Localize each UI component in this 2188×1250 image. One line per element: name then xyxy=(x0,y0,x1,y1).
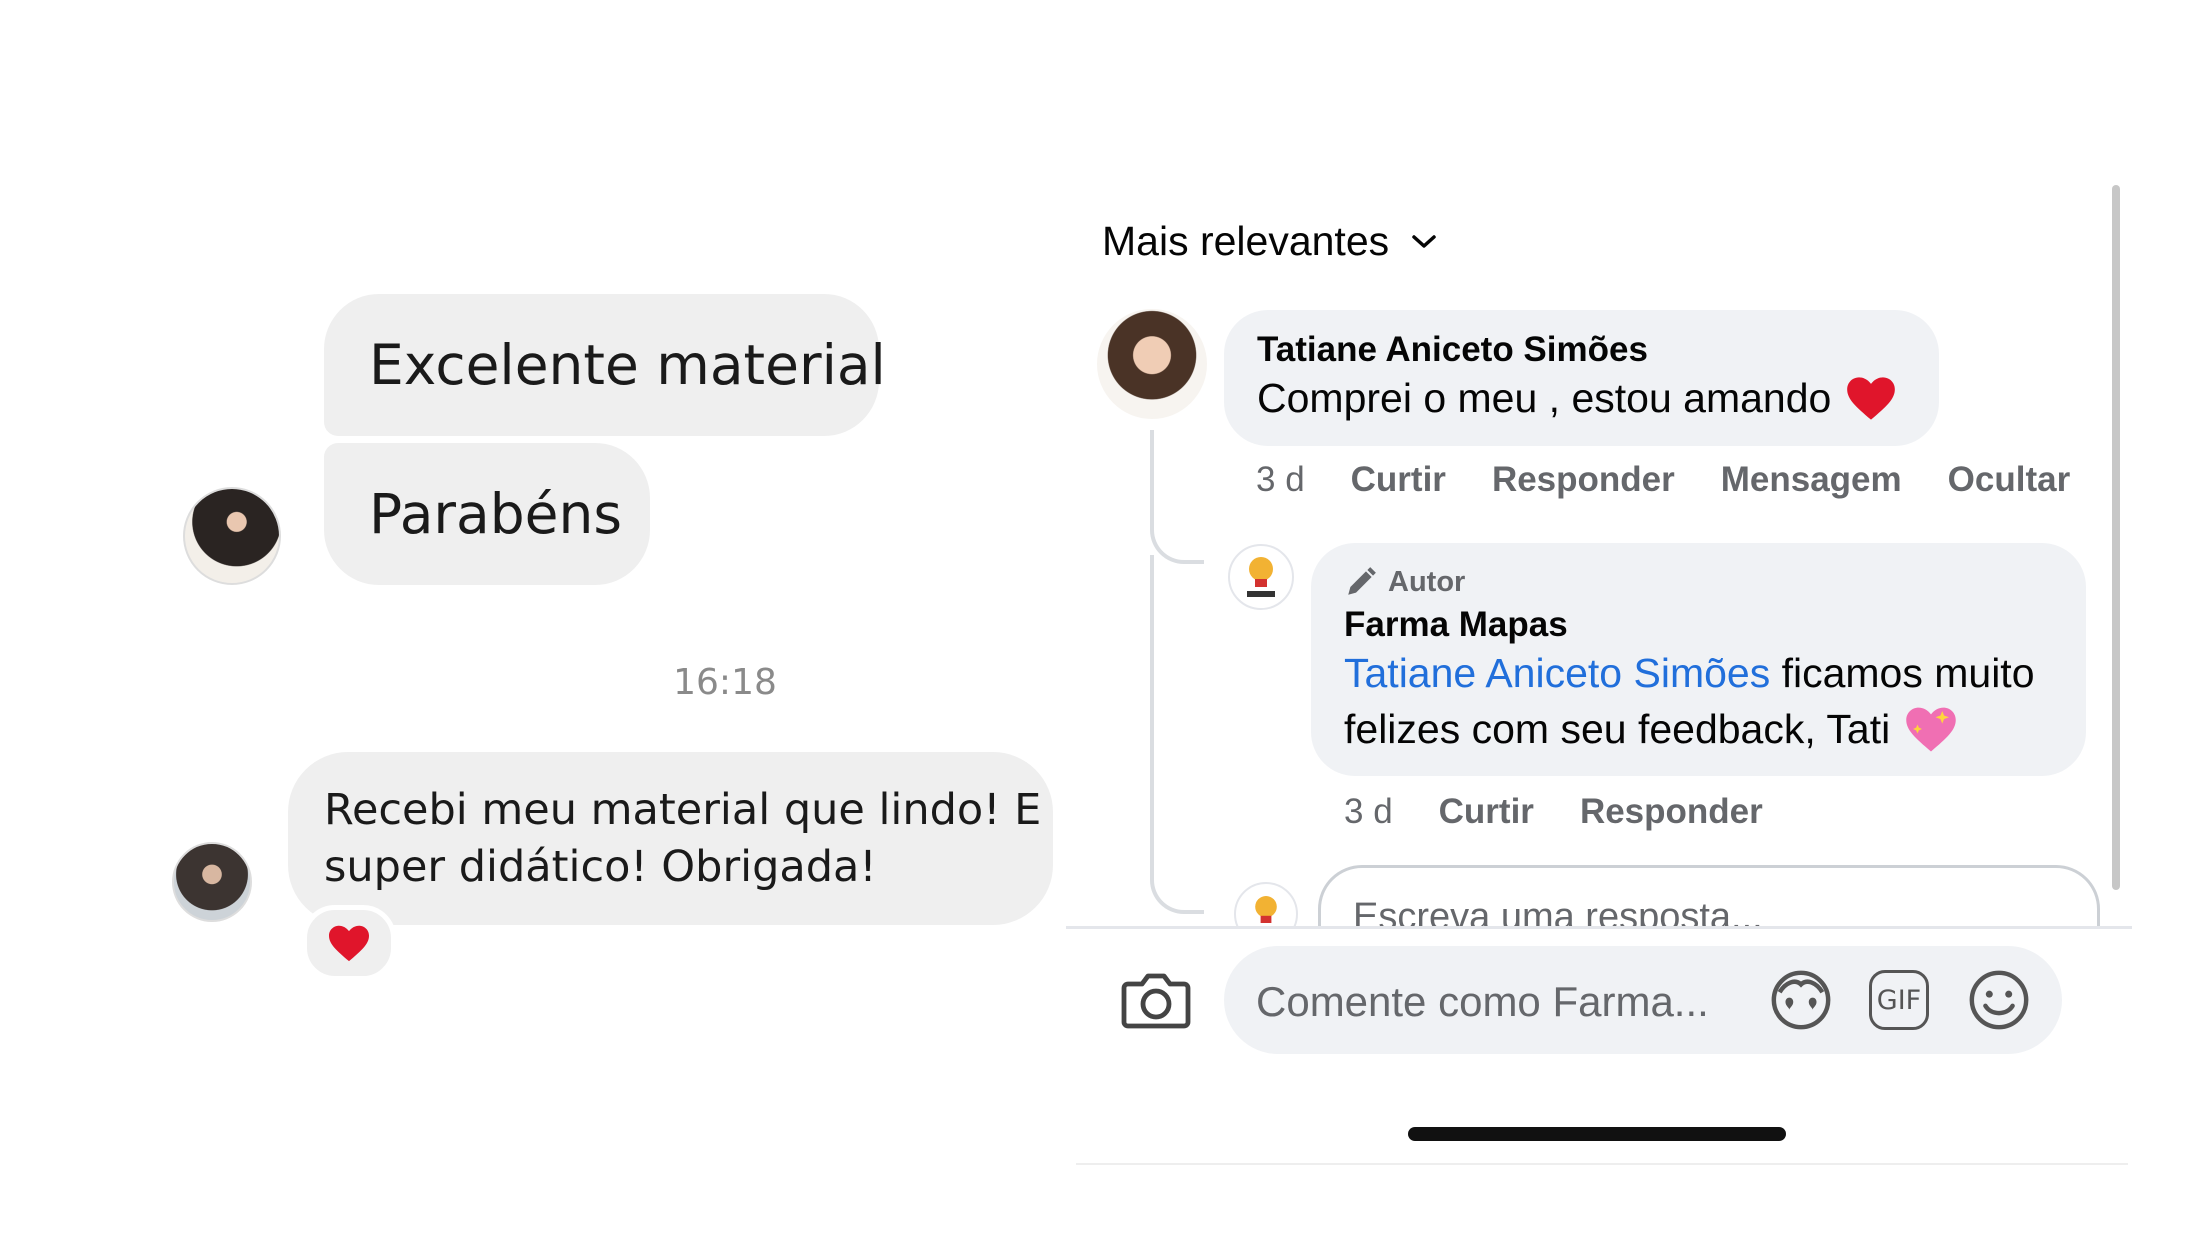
like-button[interactable]: Curtir xyxy=(1439,792,1534,832)
message-bubble: Excelente material xyxy=(324,294,886,436)
comment-age: 3 d xyxy=(1256,460,1305,499)
reply-button[interactable]: Responder xyxy=(1492,460,1675,500)
reply-button[interactable]: Responder xyxy=(1580,792,1763,832)
reply-actions: 3 d Curtir Responder xyxy=(1344,792,1809,832)
reply-text-line1: ficamos muito xyxy=(1770,650,2035,696)
mention-link[interactable]: Tatiane Aniceto Simões xyxy=(1344,650,1770,696)
camera-icon xyxy=(1121,973,1191,1029)
heart-icon xyxy=(329,925,369,962)
message-timestamp: 16:18 xyxy=(673,662,777,703)
like-button[interactable]: Curtir xyxy=(1351,460,1446,500)
comment-input[interactable]: Comente como Farma... xyxy=(1224,946,2062,1054)
message-bubble: Recebi meu material que lindo! E super d… xyxy=(288,752,1053,925)
thread-line xyxy=(1150,430,1204,564)
commenter-avatar[interactable] xyxy=(1097,309,1207,419)
lightbulb-logo-icon xyxy=(1247,557,1275,597)
gif-button[interactable]: GIF xyxy=(1866,967,1932,1033)
avatar-sticker-icon xyxy=(1771,970,1831,1030)
reply-age: 3 d xyxy=(1344,792,1393,831)
heart-reaction[interactable] xyxy=(302,905,396,981)
reply-text-line2: felizes com seu feedback, Tati xyxy=(1344,706,1891,752)
comment-author[interactable]: Tatiane Aniceto Simões xyxy=(1257,330,1939,370)
comment-placeholder: Comente como Farma... xyxy=(1256,978,1709,1025)
chevron-down-icon xyxy=(1412,234,1436,248)
scrollbar[interactable] xyxy=(2112,185,2120,890)
heart-icon xyxy=(1847,377,1896,420)
reply-bubble: Autor Farma Mapas Tatiane Aniceto Simões… xyxy=(1311,543,2086,776)
pencil-icon xyxy=(1348,567,1376,595)
sparkling-heart-icon xyxy=(1906,707,1956,752)
avatar[interactable] xyxy=(172,842,252,922)
hide-button[interactable]: Ocultar xyxy=(1948,460,2071,500)
emoji-icon xyxy=(1969,970,2029,1030)
avatar-sticker-button[interactable] xyxy=(1766,965,1836,1035)
message-bubble: Parabéns xyxy=(324,443,650,585)
comment-bubble: Tatiane Aniceto Simões Comprei o meu , e… xyxy=(1224,310,1939,446)
home-indicator xyxy=(1408,1127,1786,1141)
comment-text: Comprei o meu , estou amando xyxy=(1257,375,1832,421)
message-button[interactable]: Mensagem xyxy=(1721,460,1902,500)
emoji-button[interactable] xyxy=(1964,965,2034,1035)
avatar[interactable] xyxy=(183,487,281,585)
divider xyxy=(1076,1163,2128,1165)
sort-dropdown[interactable]: Mais relevantes xyxy=(1102,218,1437,265)
gif-icon: GIF xyxy=(1869,970,1929,1030)
reply-author[interactable]: Farma Mapas xyxy=(1344,605,2086,645)
page-avatar[interactable] xyxy=(1228,544,1294,610)
comment-actions: 3 d Curtir Responder Mensagem Ocultar xyxy=(1256,460,2116,500)
sort-label: Mais relevantes xyxy=(1102,218,1390,264)
divider xyxy=(1066,926,2132,929)
thread-line xyxy=(1150,555,1204,914)
camera-button[interactable] xyxy=(1116,964,1196,1036)
author-badge: Autor xyxy=(1388,565,1466,598)
